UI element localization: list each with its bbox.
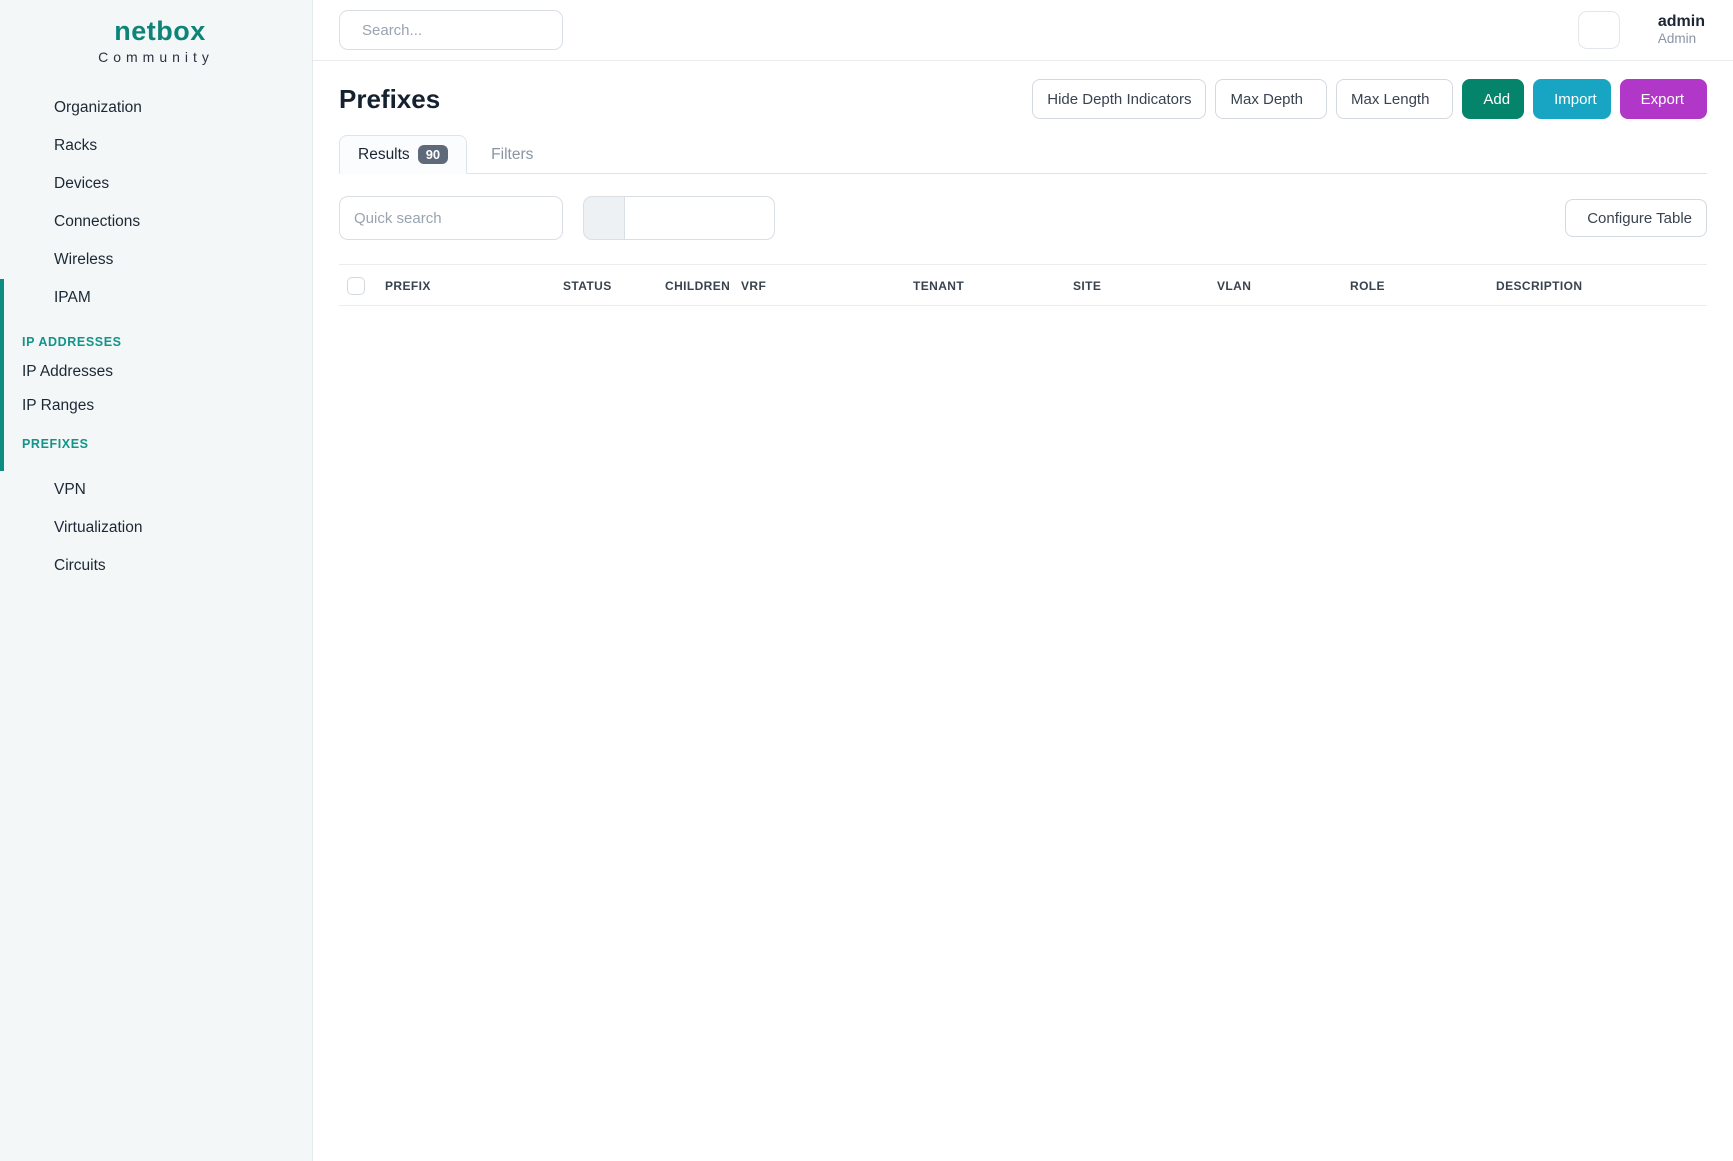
tab-filters[interactable]: Filters (473, 137, 551, 173)
search-input[interactable] (362, 22, 550, 39)
filter-button[interactable] (583, 196, 625, 240)
import-button[interactable]: Import (1533, 79, 1611, 119)
sidebar-item-racks[interactable]: Racks (0, 127, 312, 165)
quick-search-input[interactable] (339, 196, 563, 240)
user-menu[interactable]: admin Admin (1658, 13, 1705, 47)
prefixes-table: PREFIX STATUS CHILDREN VRF TENANT SITE V… (339, 264, 1707, 306)
column-header-vlan[interactable]: VLAN (1209, 265, 1342, 306)
brand: netbox Community (0, 0, 312, 75)
configure-table-button[interactable]: Configure Table (1565, 199, 1707, 237)
tab-results[interactable]: Results 90 (339, 135, 467, 174)
sidebar-item-wireless[interactable]: Wireless (0, 241, 312, 279)
user-name: admin (1658, 13, 1705, 31)
sidebar-item-vpn[interactable]: VPN (0, 471, 312, 509)
column-header-role[interactable]: ROLE (1342, 265, 1488, 306)
sidebar-item-circuits[interactable]: Circuits (0, 547, 312, 585)
sidebar-item-connections[interactable]: Connections (0, 203, 312, 241)
column-header-prefix[interactable]: PREFIX (377, 265, 555, 306)
saved-filter-group (583, 196, 775, 240)
saved-filter-select[interactable] (625, 196, 775, 240)
column-header-tenant[interactable]: TENANT (905, 265, 1065, 306)
max-length-dropdown[interactable]: Max Length (1336, 79, 1453, 119)
max-depth-dropdown[interactable]: Max Depth (1215, 79, 1327, 119)
column-header-vrf[interactable]: VRF (733, 265, 905, 306)
results-count-badge: 90 (418, 145, 448, 164)
sidebar-item-organization[interactable]: Organization (0, 89, 312, 127)
column-header-description[interactable]: DESCRIPTION (1488, 265, 1615, 306)
page-content: Prefixes Hide Depth Indicators Max Depth… (313, 61, 1733, 1161)
add-button[interactable]: Add (1462, 79, 1524, 119)
column-header-children[interactable]: CHILDREN (657, 265, 733, 306)
sidebar-item-devices[interactable]: Devices (0, 165, 312, 203)
select-all-checkbox[interactable] (347, 277, 365, 295)
sidebar-nav: Organization Racks Devices Connections W (0, 75, 312, 585)
page-title: Prefixes (339, 84, 440, 115)
global-search[interactable] (339, 10, 563, 50)
column-header-status[interactable]: STATUS (555, 265, 657, 306)
tab-bar: Results 90 Filters (339, 135, 1707, 174)
sidebar-section-header: IP ADDRESSES (4, 321, 312, 355)
brand-subtitle: Community (0, 49, 312, 65)
ipam-expanded-group: IPAM IP ADDRESSESIP AddressesIP RangesPR… (0, 279, 312, 471)
ipam-sections: IP ADDRESSESIP AddressesIP RangesPREFIXE… (4, 317, 312, 471)
column-header-site[interactable]: SITE (1065, 265, 1209, 306)
export-dropdown[interactable]: Export (1620, 79, 1707, 119)
table-header-row: PREFIX STATUS CHILDREN VRF TENANT SITE V… (339, 265, 1707, 306)
sidebar-item-ip-ranges[interactable]: IP Ranges (4, 389, 312, 423)
sidebar-item-ipam[interactable]: IPAM (4, 279, 312, 317)
hide-depth-indicators-button[interactable]: Hide Depth Indicators (1032, 79, 1206, 119)
sidebar-section-header: PREFIXES (4, 423, 312, 457)
user-role: Admin (1658, 31, 1705, 47)
topbar: admin Admin (313, 0, 1733, 61)
sidebar-item-ip-addresses[interactable]: IP Addresses (4, 355, 312, 389)
theme-toggle-button[interactable] (1578, 11, 1620, 49)
app-window: netbox Community Organization Racks Devi… (0, 0, 1733, 1161)
sidebar: netbox Community Organization Racks Devi… (0, 0, 313, 1161)
sidebar-item-virtualization[interactable]: Virtualization (0, 509, 312, 547)
brand-name: netbox (114, 16, 206, 47)
